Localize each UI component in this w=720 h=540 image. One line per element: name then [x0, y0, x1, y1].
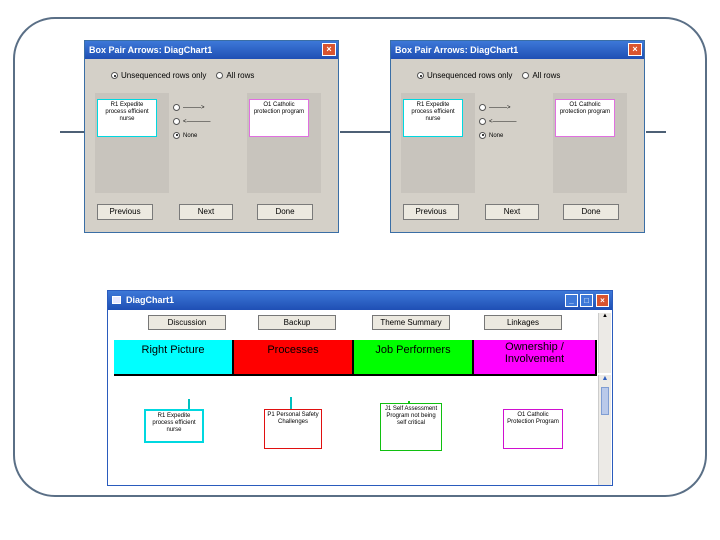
- scroll-up-icon[interactable]: ▲: [599, 375, 611, 382]
- radio-all-label: All rows: [226, 71, 255, 80]
- header-divider: [114, 374, 597, 376]
- arrow-option-none[interactable]: None: [479, 129, 517, 143]
- radio-icon: [216, 72, 224, 80]
- previous-button[interactable]: Previous: [97, 204, 153, 220]
- radio-selected-icon: [417, 72, 424, 80]
- radio-all-label: All rows: [532, 71, 561, 80]
- arrow-option-back[interactable]: <————: [173, 115, 211, 129]
- connector-line-middle: [340, 131, 390, 133]
- dialog-title: Box Pair Arrows: DiagChart1: [395, 45, 519, 55]
- radio-selected-icon: [479, 131, 486, 139]
- maximize-icon[interactable]: □: [580, 294, 593, 307]
- column-header-ownership: Ownership / Involvement: [474, 340, 597, 374]
- discussion-button[interactable]: Discussion: [148, 315, 226, 330]
- backup-button[interactable]: Backup: [258, 315, 336, 330]
- diagram-node-o1[interactable]: O1 Catholic Protection Program: [503, 409, 563, 449]
- window-title: DiagChart1: [126, 295, 175, 305]
- column-header-processes: Processes: [234, 340, 354, 374]
- radio-unsequenced-label: Unsequenced rows only: [427, 71, 513, 80]
- app-icon: [112, 296, 121, 304]
- arrow-none-label: None: [183, 133, 198, 139]
- window-title-bar: DiagChart1 _ □ ×: [108, 291, 612, 310]
- minimize-icon[interactable]: _: [565, 294, 578, 307]
- radio-icon: [173, 103, 180, 111]
- column-header-right-picture: Right Picture: [114, 340, 234, 374]
- diagram-scrollbar[interactable]: ▲: [598, 375, 611, 485]
- right-box-card[interactable]: O1 Catholic protection program: [249, 99, 309, 137]
- arrow-options: ———> <———— None: [173, 101, 211, 143]
- row-filter-radios: Unsequenced rows only All rows: [111, 71, 254, 80]
- diagram-node-p1[interactable]: P1 Personal Safety Challenges: [264, 409, 322, 449]
- diagram-node-j1[interactable]: J1 Self Assessment Program not being sel…: [380, 403, 442, 451]
- right-box-card[interactable]: O1 Catholic protection program: [555, 99, 615, 137]
- dialog-title: Box Pair Arrows: DiagChart1: [89, 45, 213, 55]
- row-filter-radios: Unsequenced rows only All rows: [417, 71, 560, 80]
- arrow-options: ———> <———— None: [479, 101, 517, 143]
- arrow-none-label: None: [489, 133, 504, 139]
- radio-all-rows[interactable]: All rows: [522, 71, 560, 80]
- done-button[interactable]: Done: [563, 204, 619, 220]
- radio-selected-icon: [111, 72, 118, 80]
- left-box-pane: R1 Expedite process efficient nurse: [401, 93, 475, 193]
- dialog-title-bar: Box Pair Arrows: DiagChart1 ×: [391, 41, 644, 59]
- diagram-node-r1[interactable]: R1 Expedite process efficient nurse: [144, 409, 204, 443]
- theme-summary-button[interactable]: Theme Summary: [372, 315, 450, 330]
- arrow-option-forward[interactable]: ———>: [173, 101, 211, 115]
- arrow-forward-label: ———>: [183, 105, 205, 111]
- left-box-card[interactable]: R1 Expedite process efficient nurse: [403, 99, 463, 137]
- scroll-thumb[interactable]: [601, 387, 609, 415]
- right-box-pane: O1 Catholic protection program: [553, 93, 627, 193]
- close-icon[interactable]: ×: [322, 43, 336, 56]
- radio-unsequenced-label: Unsequenced rows only: [121, 71, 207, 80]
- radio-icon: [479, 103, 486, 111]
- close-icon[interactable]: ×: [596, 294, 609, 307]
- connector-line-left: [60, 131, 84, 133]
- left-box-pane: R1 Expedite process efficient nurse: [95, 93, 169, 193]
- done-button[interactable]: Done: [257, 204, 313, 220]
- scroll-up-icon[interactable]: ▲: [599, 313, 611, 319]
- linkages-button[interactable]: Linkages: [484, 315, 562, 330]
- previous-button[interactable]: Previous: [403, 204, 459, 220]
- radio-icon: [522, 72, 530, 80]
- radio-icon: [173, 117, 180, 125]
- dialog-title-bar: Box Pair Arrows: DiagChart1 ×: [85, 41, 338, 59]
- left-box-card[interactable]: R1 Expedite process efficient nurse: [97, 99, 157, 137]
- radio-unsequenced[interactable]: Unsequenced rows only: [111, 71, 206, 80]
- arrow-connector: [290, 397, 292, 409]
- diagchart-window: DiagChart1 _ □ × Discussion Backup Theme…: [107, 290, 613, 486]
- arrow-option-forward[interactable]: ———>: [479, 101, 517, 115]
- toolbar-scrollbar[interactable]: ▲: [598, 313, 611, 373]
- arrow-option-none[interactable]: None: [173, 129, 211, 143]
- connector-line-right: [646, 131, 666, 133]
- right-box-pane: O1 Catholic protection program: [247, 93, 321, 193]
- next-button[interactable]: Next: [485, 204, 539, 220]
- box-pair-arrows-dialog-2: Box Pair Arrows: DiagChart1 × Unsequence…: [390, 40, 645, 233]
- next-button[interactable]: Next: [179, 204, 233, 220]
- arrow-back-label: <————: [489, 119, 517, 125]
- radio-all-rows[interactable]: All rows: [216, 71, 254, 80]
- radio-selected-icon: [173, 131, 180, 139]
- view-toolbar: Discussion Backup Theme Summary Linkages: [114, 312, 597, 332]
- radio-unsequenced[interactable]: Unsequenced rows only: [417, 71, 512, 80]
- box-pair-arrows-dialog-1: Box Pair Arrows: DiagChart1 × Unsequence…: [84, 40, 339, 233]
- arrow-option-back[interactable]: <————: [479, 115, 517, 129]
- arrow-forward-label: ———>: [489, 105, 511, 111]
- column-header-job-performers: Job Performers: [354, 340, 474, 374]
- radio-icon: [479, 117, 486, 125]
- arrow-connector: [188, 399, 190, 409]
- close-icon[interactable]: ×: [628, 43, 642, 56]
- column-header-row: Right Picture Processes Job Performers O…: [114, 340, 597, 374]
- arrow-back-label: <————: [183, 119, 211, 125]
